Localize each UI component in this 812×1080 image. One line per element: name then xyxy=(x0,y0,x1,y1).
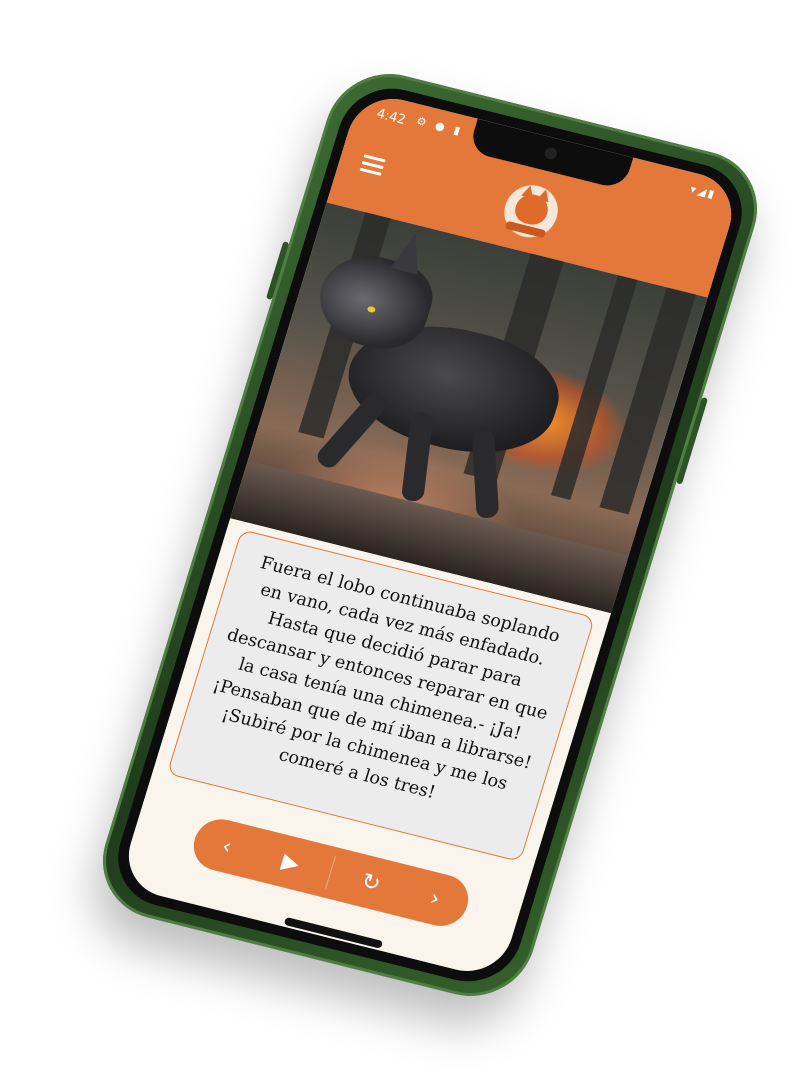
controls-divider xyxy=(325,856,337,889)
phone-bezel: 4:42 ⚙ ● ▮ ▾◢▮ Fuera el lobo continuaba … xyxy=(105,77,755,993)
replay-button[interactable]: ↻ xyxy=(343,865,399,901)
volume-button xyxy=(265,241,290,301)
hamburger-menu-icon[interactable] xyxy=(359,154,386,177)
next-page-button[interactable]: › xyxy=(407,881,463,917)
status-time: 4:42 xyxy=(374,106,408,128)
fox-head-icon xyxy=(511,191,552,228)
phone-screen: 4:42 ⚙ ● ▮ ▾◢▮ Fuera el lobo continuaba … xyxy=(117,89,743,981)
status-right-icons: ▾◢▮ xyxy=(688,182,718,202)
charging-port xyxy=(283,916,384,949)
previous-page-button[interactable]: ‹ xyxy=(199,829,255,865)
status-left-icons: ⚙ ● ▮ xyxy=(414,114,465,139)
camera-notch xyxy=(467,118,634,191)
phone-device: 4:42 ⚙ ● ▮ ▾◢▮ Fuera el lobo continuaba … xyxy=(87,60,773,1010)
front-camera xyxy=(543,146,559,161)
fox-logo-icon[interactable] xyxy=(492,178,569,251)
play-button[interactable]: ▶ xyxy=(263,845,319,881)
stage: 4:42 ⚙ ● ▮ ▾◢▮ Fuera el lobo continuaba … xyxy=(0,0,812,1080)
